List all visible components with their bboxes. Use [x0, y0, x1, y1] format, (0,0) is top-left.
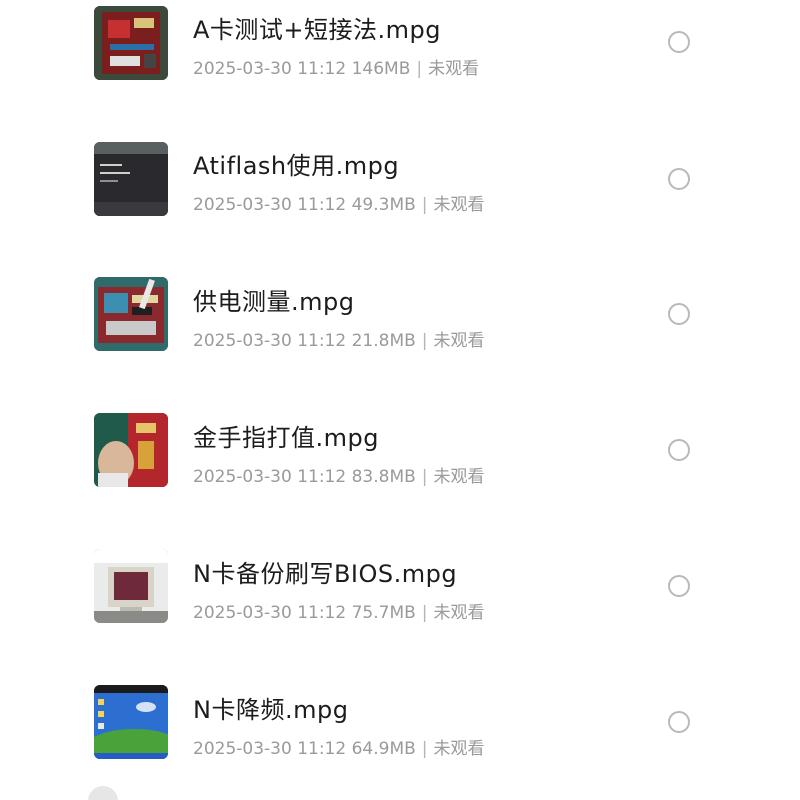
video-thumbnail[interactable]: [94, 6, 168, 80]
meta-separator: |: [421, 331, 428, 351]
meta-separator: |: [421, 195, 428, 215]
file-meta: 2025-03-30 11:12 49.3MB | 未观看: [193, 190, 485, 215]
video-thumbnail[interactable]: [94, 685, 168, 759]
file-date: 2025-03-30 11:12: [193, 467, 347, 487]
file-date: 2025-03-30 11:12: [193, 195, 347, 215]
select-radio[interactable]: [668, 168, 690, 190]
file-name: N卡备份刷写BIOS.mpg: [193, 560, 458, 588]
list-item[interactable]: 供电测量.mpg 2025-03-30 11:12 21.8MB | 未观看: [0, 272, 800, 408]
file-meta: 2025-03-30 11:12 21.8MB | 未观看: [193, 326, 485, 351]
watch-status: 未观看: [433, 195, 485, 215]
meta-separator: |: [416, 59, 423, 79]
list-item[interactable]: N卡备份刷写BIOS.mpg 2025-03-30 11:12 75.7MB | 未…: [0, 544, 800, 680]
video-thumbnail[interactable]: [94, 277, 168, 351]
file-meta: 2025-03-30 11:12 146MB | 未观看: [193, 54, 479, 79]
video-thumbnail[interactable]: [94, 549, 168, 623]
file-date: 2025-03-30 11:12: [193, 603, 347, 623]
watch-status: 未观看: [433, 467, 485, 487]
watch-status: 未观看: [428, 59, 480, 79]
list-item[interactable]: A卡测试+短接法.mpg 2025-03-30 11:12 146MB | 未观看: [0, 0, 800, 136]
desktop-thumbnail-image: [94, 685, 168, 759]
select-radio[interactable]: [668, 31, 690, 53]
list-item[interactable]: Atiflash使用.mpg 2025-03-30 11:12 49.3MB | 未…: [0, 136, 800, 272]
list-item[interactable]: N卡降频.mpg 2025-03-30 11:12 64.9MB | 未观看: [0, 680, 800, 800]
file-meta: 2025-03-30 11:12 64.9MB | 未观看: [193, 734, 485, 759]
video-thumbnail[interactable]: [94, 413, 168, 487]
file-size: 49.3MB: [351, 195, 416, 215]
file-date: 2025-03-30 11:12: [193, 331, 347, 351]
meta-separator: |: [421, 467, 428, 487]
monitor-thumbnail-image: [94, 549, 168, 623]
list-item[interactable]: 金手指打值.mpg 2025-03-30 11:12 83.8MB | 未观看: [0, 408, 800, 544]
select-radio[interactable]: [668, 439, 690, 461]
file-name: 供电测量.mpg: [193, 288, 355, 316]
file-size: 83.8MB: [351, 467, 416, 487]
file-size: 146MB: [351, 59, 411, 79]
file-date: 2025-03-30 11:12: [193, 739, 347, 759]
file-date: 2025-03-30 11:12: [193, 59, 347, 79]
select-radio[interactable]: [668, 575, 690, 597]
watch-status: 未观看: [433, 603, 485, 623]
meta-separator: |: [421, 603, 428, 623]
select-radio[interactable]: [668, 711, 690, 733]
file-meta: 2025-03-30 11:12 83.8MB | 未观看: [193, 462, 485, 487]
file-list: A卡测试+短接法.mpg 2025-03-30 11:12 146MB | 未观看 …: [0, 0, 800, 800]
circuit-thumbnail-image: [94, 277, 168, 351]
file-size: 64.9MB: [351, 739, 416, 759]
file-name: N卡降频.mpg: [193, 696, 349, 724]
watch-status: 未观看: [433, 331, 485, 351]
file-size: 21.8MB: [351, 331, 416, 351]
file-name: Atiflash使用.mpg: [193, 152, 400, 180]
video-thumbnail[interactable]: [94, 142, 168, 216]
motherboard-thumbnail-image: [94, 6, 168, 80]
terminal-thumbnail-image: [94, 142, 168, 216]
file-name: 金手指打值.mpg: [193, 424, 379, 452]
hand-board-thumbnail-image: [94, 413, 168, 487]
file-meta: 2025-03-30 11:12 75.7MB | 未观看: [193, 598, 485, 623]
file-name: A卡测试+短接法.mpg: [193, 16, 442, 44]
watch-status: 未观看: [433, 739, 485, 759]
meta-separator: |: [421, 739, 428, 759]
select-radio[interactable]: [668, 303, 690, 325]
file-size: 75.7MB: [351, 603, 416, 623]
